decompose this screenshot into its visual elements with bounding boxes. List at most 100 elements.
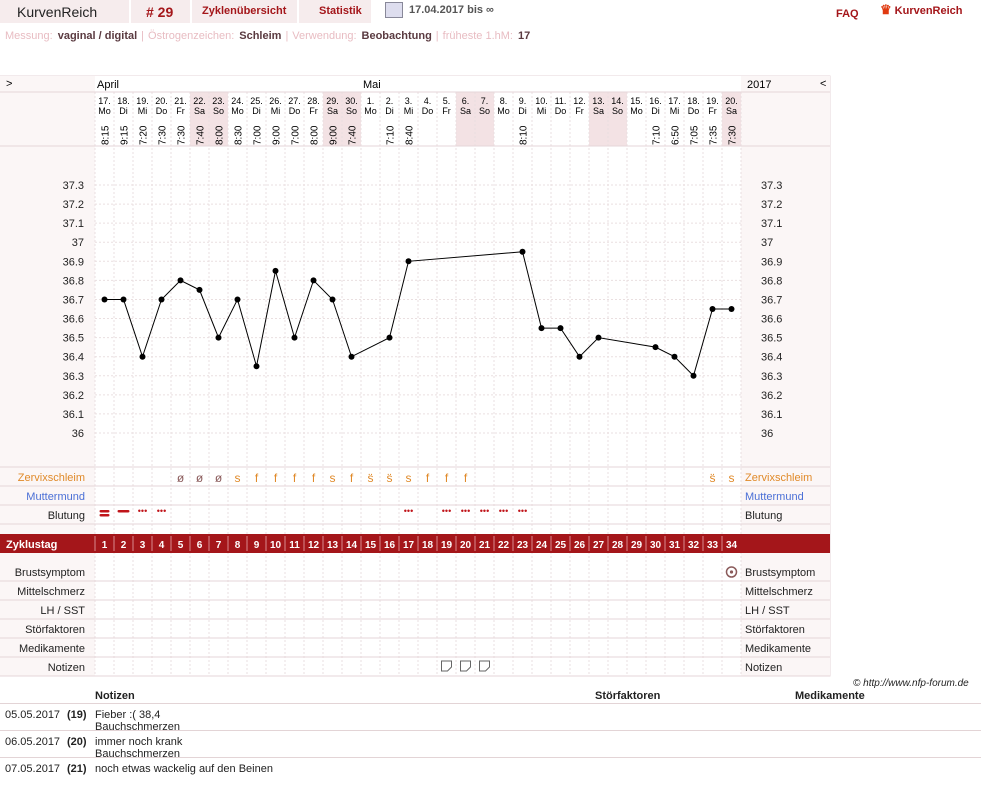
temperature-point[interactable] (576, 353, 583, 360)
temperature-point[interactable] (690, 372, 697, 379)
cycle-day-number: 8 (235, 540, 241, 551)
measurement-time: 9:00 (329, 125, 340, 145)
measurement-time: 7:10 (652, 125, 663, 145)
temperature-point[interactable] (139, 353, 146, 360)
next-button[interactable]: < (820, 78, 826, 90)
temperature-point[interactable] (557, 325, 564, 332)
temperature-point[interactable] (329, 296, 336, 303)
temperature-point[interactable] (291, 334, 298, 341)
cycle-day-number: 19 (441, 540, 453, 551)
day-date: 28. (307, 96, 320, 106)
prev-button[interactable]: > (6, 78, 12, 90)
cycle-day-number: 3 (140, 540, 146, 551)
temperature-point[interactable] (158, 296, 165, 303)
day-weekday: So (612, 106, 623, 116)
note-text-line: Fieber :( 38,4 (95, 709, 161, 721)
measurement-time: 8:40 (405, 125, 416, 145)
temperature-point[interactable] (671, 353, 678, 360)
bleeding-heavy (99, 514, 110, 517)
month-label: April (97, 79, 119, 91)
cycle-day-number: 30 (650, 540, 662, 551)
muttermund-label: Muttermund (26, 491, 85, 503)
measurement-time: 7:30 (177, 125, 188, 145)
day-date: 26. (269, 96, 282, 106)
zervix-mark: s (330, 471, 336, 485)
y-tick-label-right: 36 (761, 428, 773, 440)
temperature-point[interactable] (386, 334, 393, 341)
cycle-day-number: 1 (102, 540, 108, 551)
y-tick-label: 36.1 (63, 409, 84, 421)
temperature-point[interactable] (215, 334, 222, 341)
zervix-label: Zervixschleim (18, 472, 85, 484)
temperature-point[interactable] (405, 258, 412, 265)
note-row: 07.05.2017 (21) noch etwas wackelig auf de… (0, 757, 981, 784)
day-date: 30. (345, 96, 358, 106)
day-date: 24. (231, 96, 244, 106)
measurement-time: 8:10 (519, 125, 530, 145)
bottom-row-label-right: Brustsymptom (745, 567, 815, 579)
temperature-point[interactable] (234, 296, 241, 303)
y-tick-label-right: 36.2 (761, 390, 782, 402)
copyright: © http://www.nfp-forum.de (853, 678, 969, 689)
day-date: 11. (555, 96, 567, 106)
y-tick-label: 36.4 (63, 352, 84, 364)
y-tick-label: 36.8 (63, 275, 84, 287)
temperature-point[interactable] (196, 286, 203, 293)
temperature-point[interactable] (538, 325, 545, 332)
cycle-day-number: 18 (422, 540, 434, 551)
measurement-time: 9:00 (272, 125, 283, 145)
day-weekday: Fr (575, 106, 584, 116)
measurement-time: 8:00 (310, 125, 321, 145)
day-weekday: Sa (327, 106, 338, 116)
bleeding-heavy (99, 510, 110, 513)
temperature-point[interactable] (272, 267, 279, 274)
temperature-point[interactable] (348, 353, 355, 360)
y-tick-label: 37 (72, 237, 84, 249)
cycle-day-number: 34 (726, 540, 738, 551)
brustsymptom-icon-dot (729, 570, 734, 574)
temperature-point[interactable] (120, 296, 127, 303)
day-weekday: Mo (630, 106, 643, 116)
day-weekday: So (479, 106, 490, 116)
muttermund-label-right: Muttermund (745, 491, 804, 503)
y-tick-label: 36.6 (63, 314, 84, 326)
day-weekday: Sa (593, 106, 604, 116)
measurement-time: 7:30 (728, 125, 739, 145)
cycle-day-number: 31 (669, 540, 681, 551)
temperature-point[interactable] (709, 306, 716, 312)
temperature-point[interactable] (595, 334, 602, 341)
day-weekday: Mo (497, 106, 510, 116)
day-date: 13. (592, 96, 605, 106)
zervix-mark: s (235, 471, 241, 485)
temperature-point[interactable] (519, 248, 526, 255)
day-date: 5. (443, 96, 451, 106)
note-text-line: noch etwas wackelig auf den Beinen (95, 763, 273, 775)
temperature-point[interactable] (253, 363, 260, 370)
y-tick-label: 37.2 (63, 199, 84, 211)
cycle-day-number: 26 (574, 540, 586, 551)
y-tick-label-right: 37.1 (761, 218, 782, 230)
bottom-row-label-right: Störfaktoren (745, 624, 805, 636)
day-weekday: Fr (176, 106, 185, 116)
day-weekday: Do (555, 106, 567, 116)
temperature-point[interactable] (310, 277, 317, 284)
note-cycle-day: (19) (67, 709, 87, 721)
measurement-time: 7:20 (139, 125, 150, 145)
zervix-mark: ø (215, 471, 223, 485)
temperature-point[interactable] (652, 344, 659, 351)
temperature-point[interactable] (177, 277, 184, 284)
bleeding-light: ••• (442, 506, 451, 516)
note-row: 06.05.2017 (20) immer noch krank Bauchschme… (0, 730, 981, 760)
temperature-point[interactable] (101, 296, 108, 303)
y-tick-label-right: 36.3 (761, 371, 782, 383)
cycle-day-number: 28 (612, 540, 624, 551)
day-weekday: Do (422, 106, 434, 116)
zervix-mark: ø (196, 471, 204, 485)
day-date: 17. (668, 96, 681, 106)
day-weekday: Mi (138, 106, 148, 116)
temperature-point[interactable] (728, 306, 735, 312)
day-date: 18. (117, 96, 130, 106)
day-date: 9. (519, 96, 527, 106)
measurement-time: 6:50 (671, 125, 682, 145)
cycle-day-number: 23 (517, 540, 529, 551)
